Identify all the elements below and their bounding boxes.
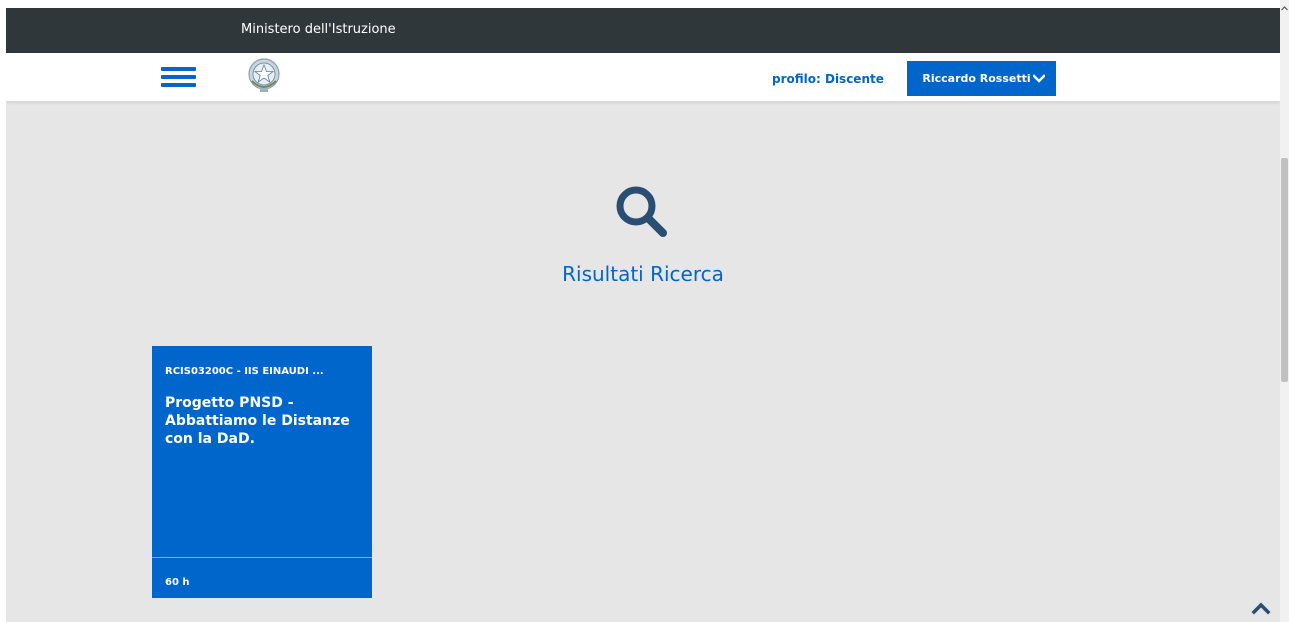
course-title[interactable]: Progetto PNSD - Abbattiamo le Distanze c… [165, 394, 365, 448]
scrollbar-up-arrow-icon[interactable] [1280, 4, 1289, 14]
course-school: RCIS03200C - IIS EINAUDI ... [165, 366, 324, 377]
user-menu-button[interactable]: Riccardo Rossetti [907, 61, 1056, 96]
site-header: profilo: Discente Riccardo Rossetti [6, 53, 1280, 101]
course-hours: 60 h [165, 577, 190, 588]
card-divider [152, 557, 372, 558]
browser-viewport: Ministero dell'Istruzione profilo: Disce… [0, 0, 1289, 622]
ministry-top-bar: Ministero dell'Istruzione [6, 8, 1280, 53]
ministry-name[interactable]: Ministero dell'Istruzione [241, 22, 396, 37]
italian-republic-emblem-icon[interactable] [247, 57, 281, 95]
chevron-up-icon[interactable] [1251, 600, 1271, 616]
profile-label: profilo: Discente [772, 72, 884, 86]
hamburger-menu-icon[interactable] [161, 67, 196, 87]
search-icon [616, 186, 667, 237]
chevron-down-icon [1032, 73, 1045, 83]
user-name: Riccardo Rossetti [922, 72, 1031, 85]
page: Ministero dell'Istruzione profilo: Disce… [6, 8, 1280, 622]
scrollbar-thumb[interactable] [1281, 158, 1288, 382]
results-title: Risultati Ricerca [562, 262, 724, 286]
course-card[interactable]: RCIS03200C - IIS EINAUDI ... Progetto PN… [152, 346, 372, 598]
